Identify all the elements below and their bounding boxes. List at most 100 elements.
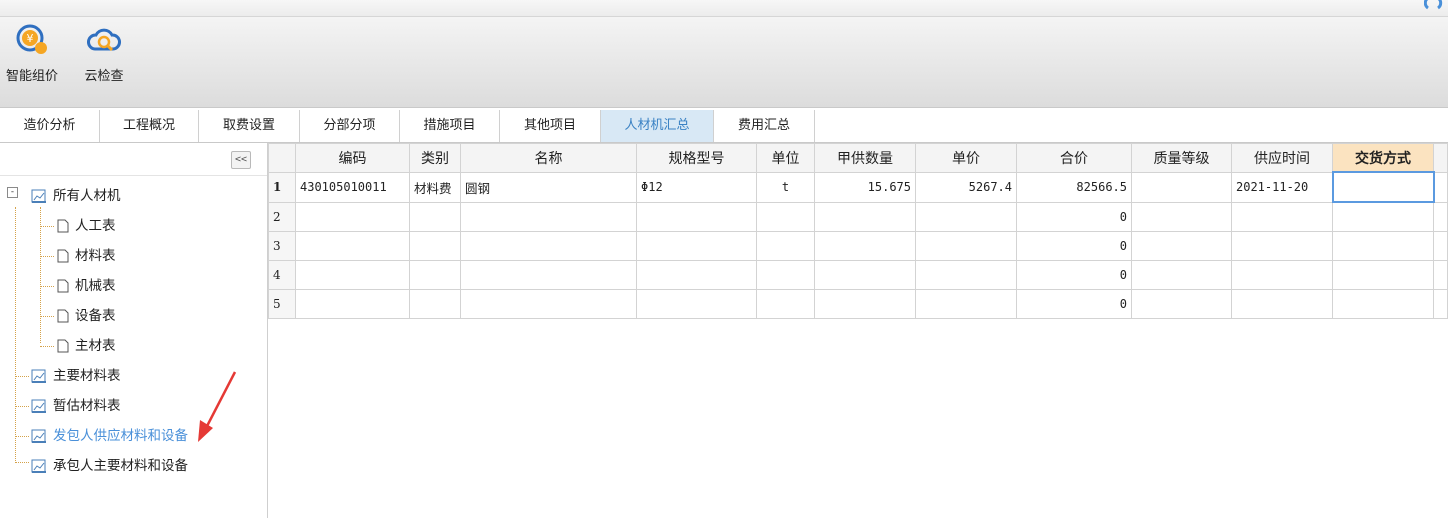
tab-cost-summary[interactable]: 费用汇总 xyxy=(714,110,815,142)
cell-category[interactable] xyxy=(409,201,461,232)
tree-node-provisional-materials[interactable]: 暂估材料表 xyxy=(31,395,121,417)
row-number[interactable]: 4 xyxy=(268,260,296,290)
cell-price[interactable] xyxy=(915,231,1017,261)
row-number[interactable]: 1 xyxy=(268,171,296,203)
cell-qty[interactable] xyxy=(814,260,916,290)
cell-delivery-selected[interactable] xyxy=(1331,171,1435,203)
tree-line xyxy=(15,436,29,437)
cell-category[interactable]: 材料费 xyxy=(409,171,461,203)
cell-spec[interactable]: Φ12 xyxy=(636,171,757,203)
table-row[interactable]: 4 0 xyxy=(268,260,1448,290)
cell-category[interactable] xyxy=(409,231,461,261)
cell-supply-date[interactable] xyxy=(1231,289,1333,319)
smart-pricing-button[interactable]: ¥ 智能组价 xyxy=(2,23,62,84)
column-header-spec[interactable]: 规格型号 xyxy=(636,143,757,173)
cell-unit[interactable] xyxy=(756,260,815,290)
cell-spec[interactable] xyxy=(636,289,757,319)
collapse-panel-button[interactable]: << xyxy=(231,151,251,169)
tree-node-key-materials[interactable]: 主要材料表 xyxy=(31,365,121,387)
cell-quality[interactable] xyxy=(1131,231,1232,261)
cell-total[interactable]: 82566.5 xyxy=(1016,171,1132,203)
cell-category[interactable] xyxy=(409,289,461,319)
cell-code[interactable] xyxy=(295,201,410,232)
cell-total[interactable]: 0 xyxy=(1016,289,1132,319)
cell-price[interactable]: 5267.4 xyxy=(915,171,1017,203)
column-header-total[interactable]: 合价 xyxy=(1016,143,1132,173)
cell-code[interactable] xyxy=(295,231,410,261)
cell-quality[interactable] xyxy=(1131,171,1232,203)
cell-name[interactable] xyxy=(460,231,637,261)
cell-name[interactable]: 圆钢 xyxy=(460,171,637,203)
cell-delivery[interactable] xyxy=(1332,260,1434,290)
cell-name[interactable] xyxy=(460,260,637,290)
tree-node-all-resources[interactable]: 所有人材机 xyxy=(31,185,121,207)
cell-delivery[interactable] xyxy=(1332,231,1434,261)
cloud-check-button[interactable]: 云检查 xyxy=(74,23,134,84)
column-header-quality[interactable]: 质量等级 xyxy=(1131,143,1232,173)
table-row[interactable]: 2 0 xyxy=(268,201,1448,232)
cell-total[interactable]: 0 xyxy=(1016,260,1132,290)
cell-supply-date[interactable]: 2021-11-20 xyxy=(1231,171,1333,203)
cell-code[interactable]: 430105010011 xyxy=(295,171,410,203)
cell-name[interactable] xyxy=(460,201,637,232)
cell-quality[interactable] xyxy=(1131,289,1232,319)
tree-node-labor[interactable]: 人工表 xyxy=(57,215,116,237)
tree-node-machinery[interactable]: 机械表 xyxy=(57,275,116,297)
cell-qty[interactable] xyxy=(814,201,916,232)
table-row[interactable]: 5 0 xyxy=(268,289,1448,319)
column-header-category[interactable]: 类别 xyxy=(409,143,461,173)
cell-supply-date[interactable] xyxy=(1231,231,1333,261)
cell-delivery[interactable] xyxy=(1332,201,1434,232)
cell-price[interactable] xyxy=(915,201,1017,232)
cell-spec[interactable] xyxy=(636,201,757,232)
table-row[interactable]: 3 0 xyxy=(268,231,1448,261)
column-header-unit-price[interactable]: 单价 xyxy=(915,143,1017,173)
cell-price[interactable] xyxy=(915,260,1017,290)
cell-category[interactable] xyxy=(409,260,461,290)
column-header-name[interactable]: 名称 xyxy=(460,143,637,173)
tab-project-overview[interactable]: 工程概况 xyxy=(100,110,199,142)
row-number[interactable]: 2 xyxy=(268,201,296,232)
cell-supply-date[interactable] xyxy=(1231,260,1333,290)
tree-node-contractor-materials[interactable]: 承包人主要材料和设备 xyxy=(31,455,188,477)
tab-fee-settings[interactable]: 取费设置 xyxy=(199,110,300,142)
cell-price[interactable] xyxy=(915,289,1017,319)
column-header-unit[interactable]: 单位 xyxy=(756,143,815,173)
table-row[interactable]: 1 430105010011 材料费 圆钢 Φ12 t 15.675 5267.… xyxy=(268,171,1448,203)
row-number[interactable]: 3 xyxy=(268,231,296,261)
cell-spec[interactable] xyxy=(636,231,757,261)
tree-node-materials[interactable]: 材料表 xyxy=(57,245,116,267)
cell-name[interactable] xyxy=(460,289,637,319)
tab-sub-items[interactable]: 分部分项 xyxy=(300,110,400,142)
tree-node-employer-supplied[interactable]: 发包人供应材料和设备 xyxy=(31,425,188,447)
tree-node-equipment[interactable]: 设备表 xyxy=(57,305,116,327)
tab-other-items[interactable]: 其他项目 xyxy=(500,110,601,142)
cell-unit[interactable] xyxy=(756,289,815,319)
cell-unit[interactable] xyxy=(756,231,815,261)
tab-measures[interactable]: 措施项目 xyxy=(400,110,500,142)
cell-qty[interactable] xyxy=(814,231,916,261)
column-header-delivery[interactable]: 交货方式 xyxy=(1332,143,1434,173)
refresh-icon[interactable] xyxy=(1424,0,1446,10)
tree-node-main-materials[interactable]: 主材表 xyxy=(57,335,116,357)
cell-code[interactable] xyxy=(295,289,410,319)
column-header-supplied-qty[interactable]: 甲供数量 xyxy=(814,143,916,173)
cell-delivery[interactable] xyxy=(1332,289,1434,319)
cell-qty[interactable]: 15.675 xyxy=(814,171,916,203)
cell-total[interactable]: 0 xyxy=(1016,201,1132,232)
cell-supply-date[interactable] xyxy=(1231,201,1333,232)
cell-quality[interactable] xyxy=(1131,201,1232,232)
row-number[interactable]: 5 xyxy=(268,289,296,319)
column-header-supply-date[interactable]: 供应时间 xyxy=(1231,143,1333,173)
tree-collapse-toggle[interactable]: - xyxy=(7,187,18,198)
cell-code[interactable] xyxy=(295,260,410,290)
tab-labor-material-summary[interactable]: 人材机汇总 xyxy=(601,110,714,142)
cell-quality[interactable] xyxy=(1131,260,1232,290)
cell-unit[interactable]: t xyxy=(756,171,815,203)
cell-total[interactable]: 0 xyxy=(1016,231,1132,261)
cell-qty[interactable] xyxy=(814,289,916,319)
cell-spec[interactable] xyxy=(636,260,757,290)
column-header-code[interactable]: 编码 xyxy=(295,143,410,173)
tab-cost-analysis[interactable]: 造价分析 xyxy=(0,110,100,142)
cell-unit[interactable] xyxy=(756,201,815,232)
